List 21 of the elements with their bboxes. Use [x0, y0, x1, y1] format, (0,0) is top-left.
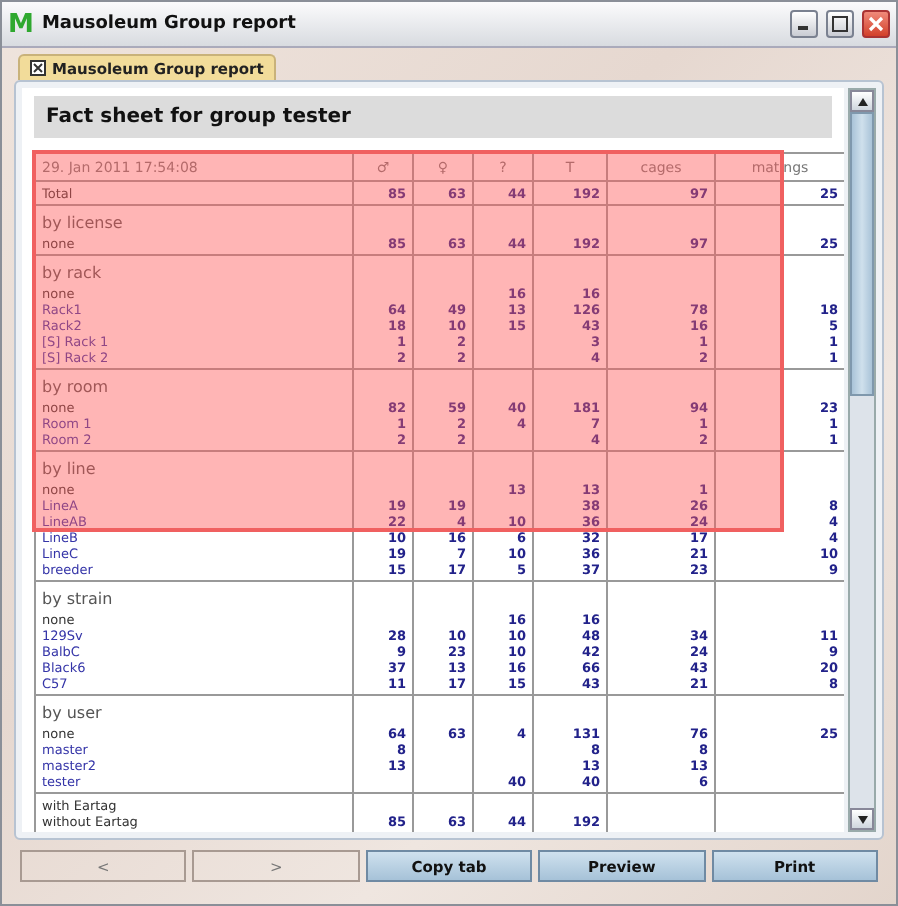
section-title: by user — [42, 702, 104, 726]
minimize-button[interactable] — [790, 10, 818, 38]
down-arrow-icon — [857, 815, 867, 823]
section-title: by room — [42, 376, 111, 400]
maximize-icon — [832, 16, 848, 32]
scrollbar[interactable] — [848, 88, 876, 832]
maximize-button[interactable] — [826, 10, 854, 38]
close-button[interactable] — [862, 10, 890, 38]
section-title: by line — [42, 458, 98, 482]
scroll-down-button[interactable] — [850, 808, 874, 830]
section-title: by license — [42, 212, 125, 236]
close-tab-icon[interactable] — [30, 60, 46, 76]
window-title: Mausoleum Group report — [41, 14, 298, 34]
section-title: by strain — [42, 588, 115, 612]
scroll-up-button[interactable] — [850, 90, 874, 112]
scroll-thumb[interactable] — [850, 112, 874, 396]
app-icon: M — [8, 9, 34, 39]
up-arrow-icon — [857, 97, 867, 105]
report-heading: Fact sheet for group tester — [34, 96, 832, 138]
section-title: by rack — [42, 262, 104, 286]
close-icon — [868, 16, 884, 32]
